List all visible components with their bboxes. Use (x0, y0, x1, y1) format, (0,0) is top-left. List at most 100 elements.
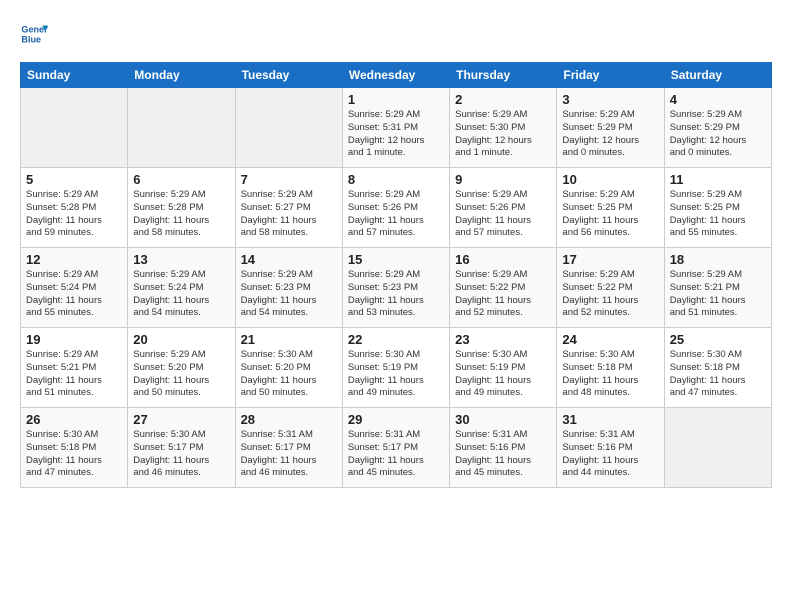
day-number: 4 (670, 92, 766, 107)
day-info: Sunrise: 5:30 AM Sunset: 5:18 PM Dayligh… (562, 349, 658, 400)
day-number: 9 (455, 172, 551, 187)
day-cell: 14 Sunrise: 5:29 AM Sunset: 5:23 PM Dayli… (235, 248, 342, 328)
week-row-3: 12 Sunrise: 5:29 AM Sunset: 5:24 PM Dayli… (21, 248, 772, 328)
day-info: Sunrise: 5:29 AM Sunset: 5:23 PM Dayligh… (241, 269, 337, 320)
day-number: 19 (26, 332, 122, 347)
day-info: Sunrise: 5:30 AM Sunset: 5:19 PM Dayligh… (348, 349, 444, 400)
week-row-1: 1Sunrise: 5:29 AM Sunset: 5:31 PM Daylig… (21, 88, 772, 168)
day-info: Sunrise: 5:31 AM Sunset: 5:17 PM Dayligh… (348, 429, 444, 480)
day-info: Sunrise: 5:29 AM Sunset: 5:25 PM Dayligh… (562, 189, 658, 240)
day-info: Sunrise: 5:29 AM Sunset: 5:23 PM Dayligh… (348, 269, 444, 320)
col-header-friday: Friday (557, 63, 664, 88)
col-header-sunday: Sunday (21, 63, 128, 88)
day-number: 12 (26, 252, 122, 267)
header-row: SundayMondayTuesdayWednesdayThursdayFrid… (21, 63, 772, 88)
col-header-saturday: Saturday (664, 63, 771, 88)
day-number: 8 (348, 172, 444, 187)
day-cell: 24 Sunrise: 5:30 AM Sunset: 5:18 PM Dayli… (557, 328, 664, 408)
logo-icon: General Blue (20, 20, 48, 48)
day-cell: 11 Sunrise: 5:29 AM Sunset: 5:25 PM Dayli… (664, 168, 771, 248)
day-cell (235, 88, 342, 168)
header: General Blue (20, 20, 772, 48)
day-number: 21 (241, 332, 337, 347)
day-cell: 10 Sunrise: 5:29 AM Sunset: 5:25 PM Dayli… (557, 168, 664, 248)
day-number: 15 (348, 252, 444, 267)
day-info: Sunrise: 5:31 AM Sunset: 5:16 PM Dayligh… (455, 429, 551, 480)
day-cell: 28 Sunrise: 5:31 AM Sunset: 5:17 PM Dayli… (235, 408, 342, 488)
day-info: Sunrise: 5:29 AM Sunset: 5:26 PM Dayligh… (455, 189, 551, 240)
col-header-monday: Monday (128, 63, 235, 88)
day-cell (21, 88, 128, 168)
day-cell: 2 Sunrise: 5:29 AM Sunset: 5:30 PM Daylig… (450, 88, 557, 168)
day-number: 16 (455, 252, 551, 267)
day-number: 7 (241, 172, 337, 187)
svg-text:Blue: Blue (21, 34, 41, 44)
day-cell: 23Sunrise: 5:30 AM Sunset: 5:19 PM Dayli… (450, 328, 557, 408)
day-info: Sunrise: 5:29 AM Sunset: 5:31 PM Dayligh… (348, 109, 444, 160)
day-cell: 7Sunrise: 5:29 AM Sunset: 5:27 PM Daylig… (235, 168, 342, 248)
day-cell: 12 Sunrise: 5:29 AM Sunset: 5:24 PM Dayli… (21, 248, 128, 328)
day-info: Sunrise: 5:30 AM Sunset: 5:19 PM Dayligh… (455, 349, 551, 400)
day-cell: 20 Sunrise: 5:29 AM Sunset: 5:20 PM Dayli… (128, 328, 235, 408)
day-cell: 26 Sunrise: 5:30 AM Sunset: 5:18 PM Dayli… (21, 408, 128, 488)
day-info: Sunrise: 5:31 AM Sunset: 5:17 PM Dayligh… (241, 429, 337, 480)
calendar-table: SundayMondayTuesdayWednesdayThursdayFrid… (20, 62, 772, 488)
day-cell: 25Sunrise: 5:30 AM Sunset: 5:18 PM Dayli… (664, 328, 771, 408)
day-number: 30 (455, 412, 551, 427)
day-number: 3 (562, 92, 658, 107)
day-number: 26 (26, 412, 122, 427)
day-number: 10 (562, 172, 658, 187)
day-number: 14 (241, 252, 337, 267)
day-info: Sunrise: 5:29 AM Sunset: 5:21 PM Dayligh… (670, 269, 766, 320)
day-cell (128, 88, 235, 168)
day-number: 24 (562, 332, 658, 347)
day-cell: 19Sunrise: 5:29 AM Sunset: 5:21 PM Dayli… (21, 328, 128, 408)
day-number: 11 (670, 172, 766, 187)
day-info: Sunrise: 5:29 AM Sunset: 5:26 PM Dayligh… (348, 189, 444, 240)
day-cell: 9 Sunrise: 5:29 AM Sunset: 5:26 PM Daylig… (450, 168, 557, 248)
day-number: 2 (455, 92, 551, 107)
day-cell: 27 Sunrise: 5:30 AM Sunset: 5:17 PM Dayli… (128, 408, 235, 488)
day-number: 29 (348, 412, 444, 427)
day-number: 17 (562, 252, 658, 267)
day-cell: 1Sunrise: 5:29 AM Sunset: 5:31 PM Daylig… (342, 88, 449, 168)
day-cell: 4Sunrise: 5:29 AM Sunset: 5:29 PM Daylig… (664, 88, 771, 168)
day-info: Sunrise: 5:29 AM Sunset: 5:28 PM Dayligh… (133, 189, 229, 240)
day-number: 25 (670, 332, 766, 347)
day-cell: 22 Sunrise: 5:30 AM Sunset: 5:19 PM Dayli… (342, 328, 449, 408)
day-cell: 16 Sunrise: 5:29 AM Sunset: 5:22 PM Dayli… (450, 248, 557, 328)
day-cell: 31Sunrise: 5:31 AM Sunset: 5:16 PM Dayli… (557, 408, 664, 488)
week-row-5: 26 Sunrise: 5:30 AM Sunset: 5:18 PM Dayli… (21, 408, 772, 488)
day-number: 27 (133, 412, 229, 427)
day-number: 20 (133, 332, 229, 347)
day-cell: 18 Sunrise: 5:29 AM Sunset: 5:21 PM Dayli… (664, 248, 771, 328)
day-number: 28 (241, 412, 337, 427)
day-info: Sunrise: 5:30 AM Sunset: 5:20 PM Dayligh… (241, 349, 337, 400)
day-cell: 15 Sunrise: 5:29 AM Sunset: 5:23 PM Dayli… (342, 248, 449, 328)
day-info: Sunrise: 5:29 AM Sunset: 5:25 PM Dayligh… (670, 189, 766, 240)
page: General Blue SundayMondayTuesdayWednesda… (0, 0, 792, 498)
day-info: Sunrise: 5:31 AM Sunset: 5:16 PM Dayligh… (562, 429, 658, 480)
day-number: 18 (670, 252, 766, 267)
day-info: Sunrise: 5:30 AM Sunset: 5:18 PM Dayligh… (26, 429, 122, 480)
day-info: Sunrise: 5:29 AM Sunset: 5:22 PM Dayligh… (455, 269, 551, 320)
day-cell: 5Sunrise: 5:29 AM Sunset: 5:28 PM Daylig… (21, 168, 128, 248)
day-info: Sunrise: 5:29 AM Sunset: 5:30 PM Dayligh… (455, 109, 551, 160)
day-info: Sunrise: 5:29 AM Sunset: 5:24 PM Dayligh… (26, 269, 122, 320)
day-info: Sunrise: 5:29 AM Sunset: 5:20 PM Dayligh… (133, 349, 229, 400)
day-cell: 29 Sunrise: 5:31 AM Sunset: 5:17 PM Dayli… (342, 408, 449, 488)
day-number: 22 (348, 332, 444, 347)
day-cell: 21 Sunrise: 5:30 AM Sunset: 5:20 PM Dayli… (235, 328, 342, 408)
day-cell: 17Sunrise: 5:29 AM Sunset: 5:22 PM Dayli… (557, 248, 664, 328)
day-cell (664, 408, 771, 488)
col-header-tuesday: Tuesday (235, 63, 342, 88)
week-row-4: 19Sunrise: 5:29 AM Sunset: 5:21 PM Dayli… (21, 328, 772, 408)
day-cell: 6 Sunrise: 5:29 AM Sunset: 5:28 PM Daylig… (128, 168, 235, 248)
day-cell: 30 Sunrise: 5:31 AM Sunset: 5:16 PM Dayli… (450, 408, 557, 488)
day-cell: 13Sunrise: 5:29 AM Sunset: 5:24 PM Dayli… (128, 248, 235, 328)
day-info: Sunrise: 5:30 AM Sunset: 5:17 PM Dayligh… (133, 429, 229, 480)
day-info: Sunrise: 5:29 AM Sunset: 5:29 PM Dayligh… (562, 109, 658, 160)
logo: General Blue (20, 20, 52, 48)
col-header-wednesday: Wednesday (342, 63, 449, 88)
day-number: 6 (133, 172, 229, 187)
